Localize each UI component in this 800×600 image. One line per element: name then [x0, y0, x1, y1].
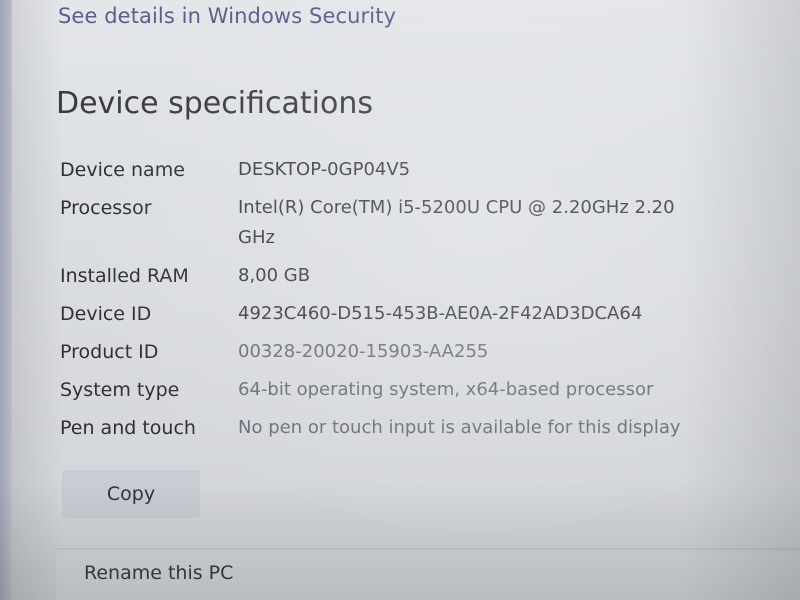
windows-security-link[interactable]: See details in Windows Security: [58, 4, 396, 28]
spec-value: DESKTOP-0GP04V5: [238, 159, 411, 180]
spec-label: Installed RAM: [60, 265, 189, 287]
spec-value: 64-bit operating system, x64-based proce…: [238, 379, 654, 400]
divider: [56, 548, 800, 550]
copy-button[interactable]: Copy: [62, 470, 200, 518]
spec-row-device-id: Device ID 4923C460-D515-453B-AE0A-2F42AD…: [60, 299, 780, 329]
spec-value: 4923C460-D515-453B-AE0A-2F42AD3DCA64: [238, 303, 643, 324]
spec-label: Product ID: [60, 341, 159, 363]
spec-label: Pen and touch: [60, 417, 196, 439]
spec-label: Processor: [60, 197, 152, 219]
spec-label: System type: [60, 379, 180, 401]
rename-pc-label: Rename this PC: [84, 562, 234, 584]
spec-value: 8,00 GB: [238, 265, 311, 286]
rename-pc-button[interactable]: Rename this PC: [56, 552, 800, 600]
spec-row-system-type: System type 64-bit operating system, x64…: [60, 375, 780, 405]
device-specs-table: Device name DESKTOP-0GP04V5 Processor In…: [60, 155, 780, 443]
spec-value: 00328-20020-15903-AA255: [238, 341, 489, 362]
spec-row-pen-and-touch: Pen and touch No pen or touch input is a…: [60, 413, 780, 443]
window-left-edge: [0, 0, 12, 600]
spec-label: Device ID: [60, 303, 152, 325]
spec-row-device-name: Device name DESKTOP-0GP04V5: [60, 155, 780, 185]
spec-value: No pen or touch input is available for t…: [238, 417, 681, 438]
spec-row-product-id: Product ID 00328-20020-15903-AA255: [60, 337, 780, 367]
spec-value: Intel(R) Core(TM) i5-5200U CPU @ 2.20GHz…: [238, 197, 675, 248]
spec-label: Device name: [60, 159, 185, 181]
spec-row-processor: Processor Intel(R) Core(TM) i5-5200U CPU…: [60, 193, 780, 253]
section-title: Device specifications: [56, 86, 373, 121]
spec-row-installed-ram: Installed RAM 8,00 GB: [60, 261, 780, 291]
